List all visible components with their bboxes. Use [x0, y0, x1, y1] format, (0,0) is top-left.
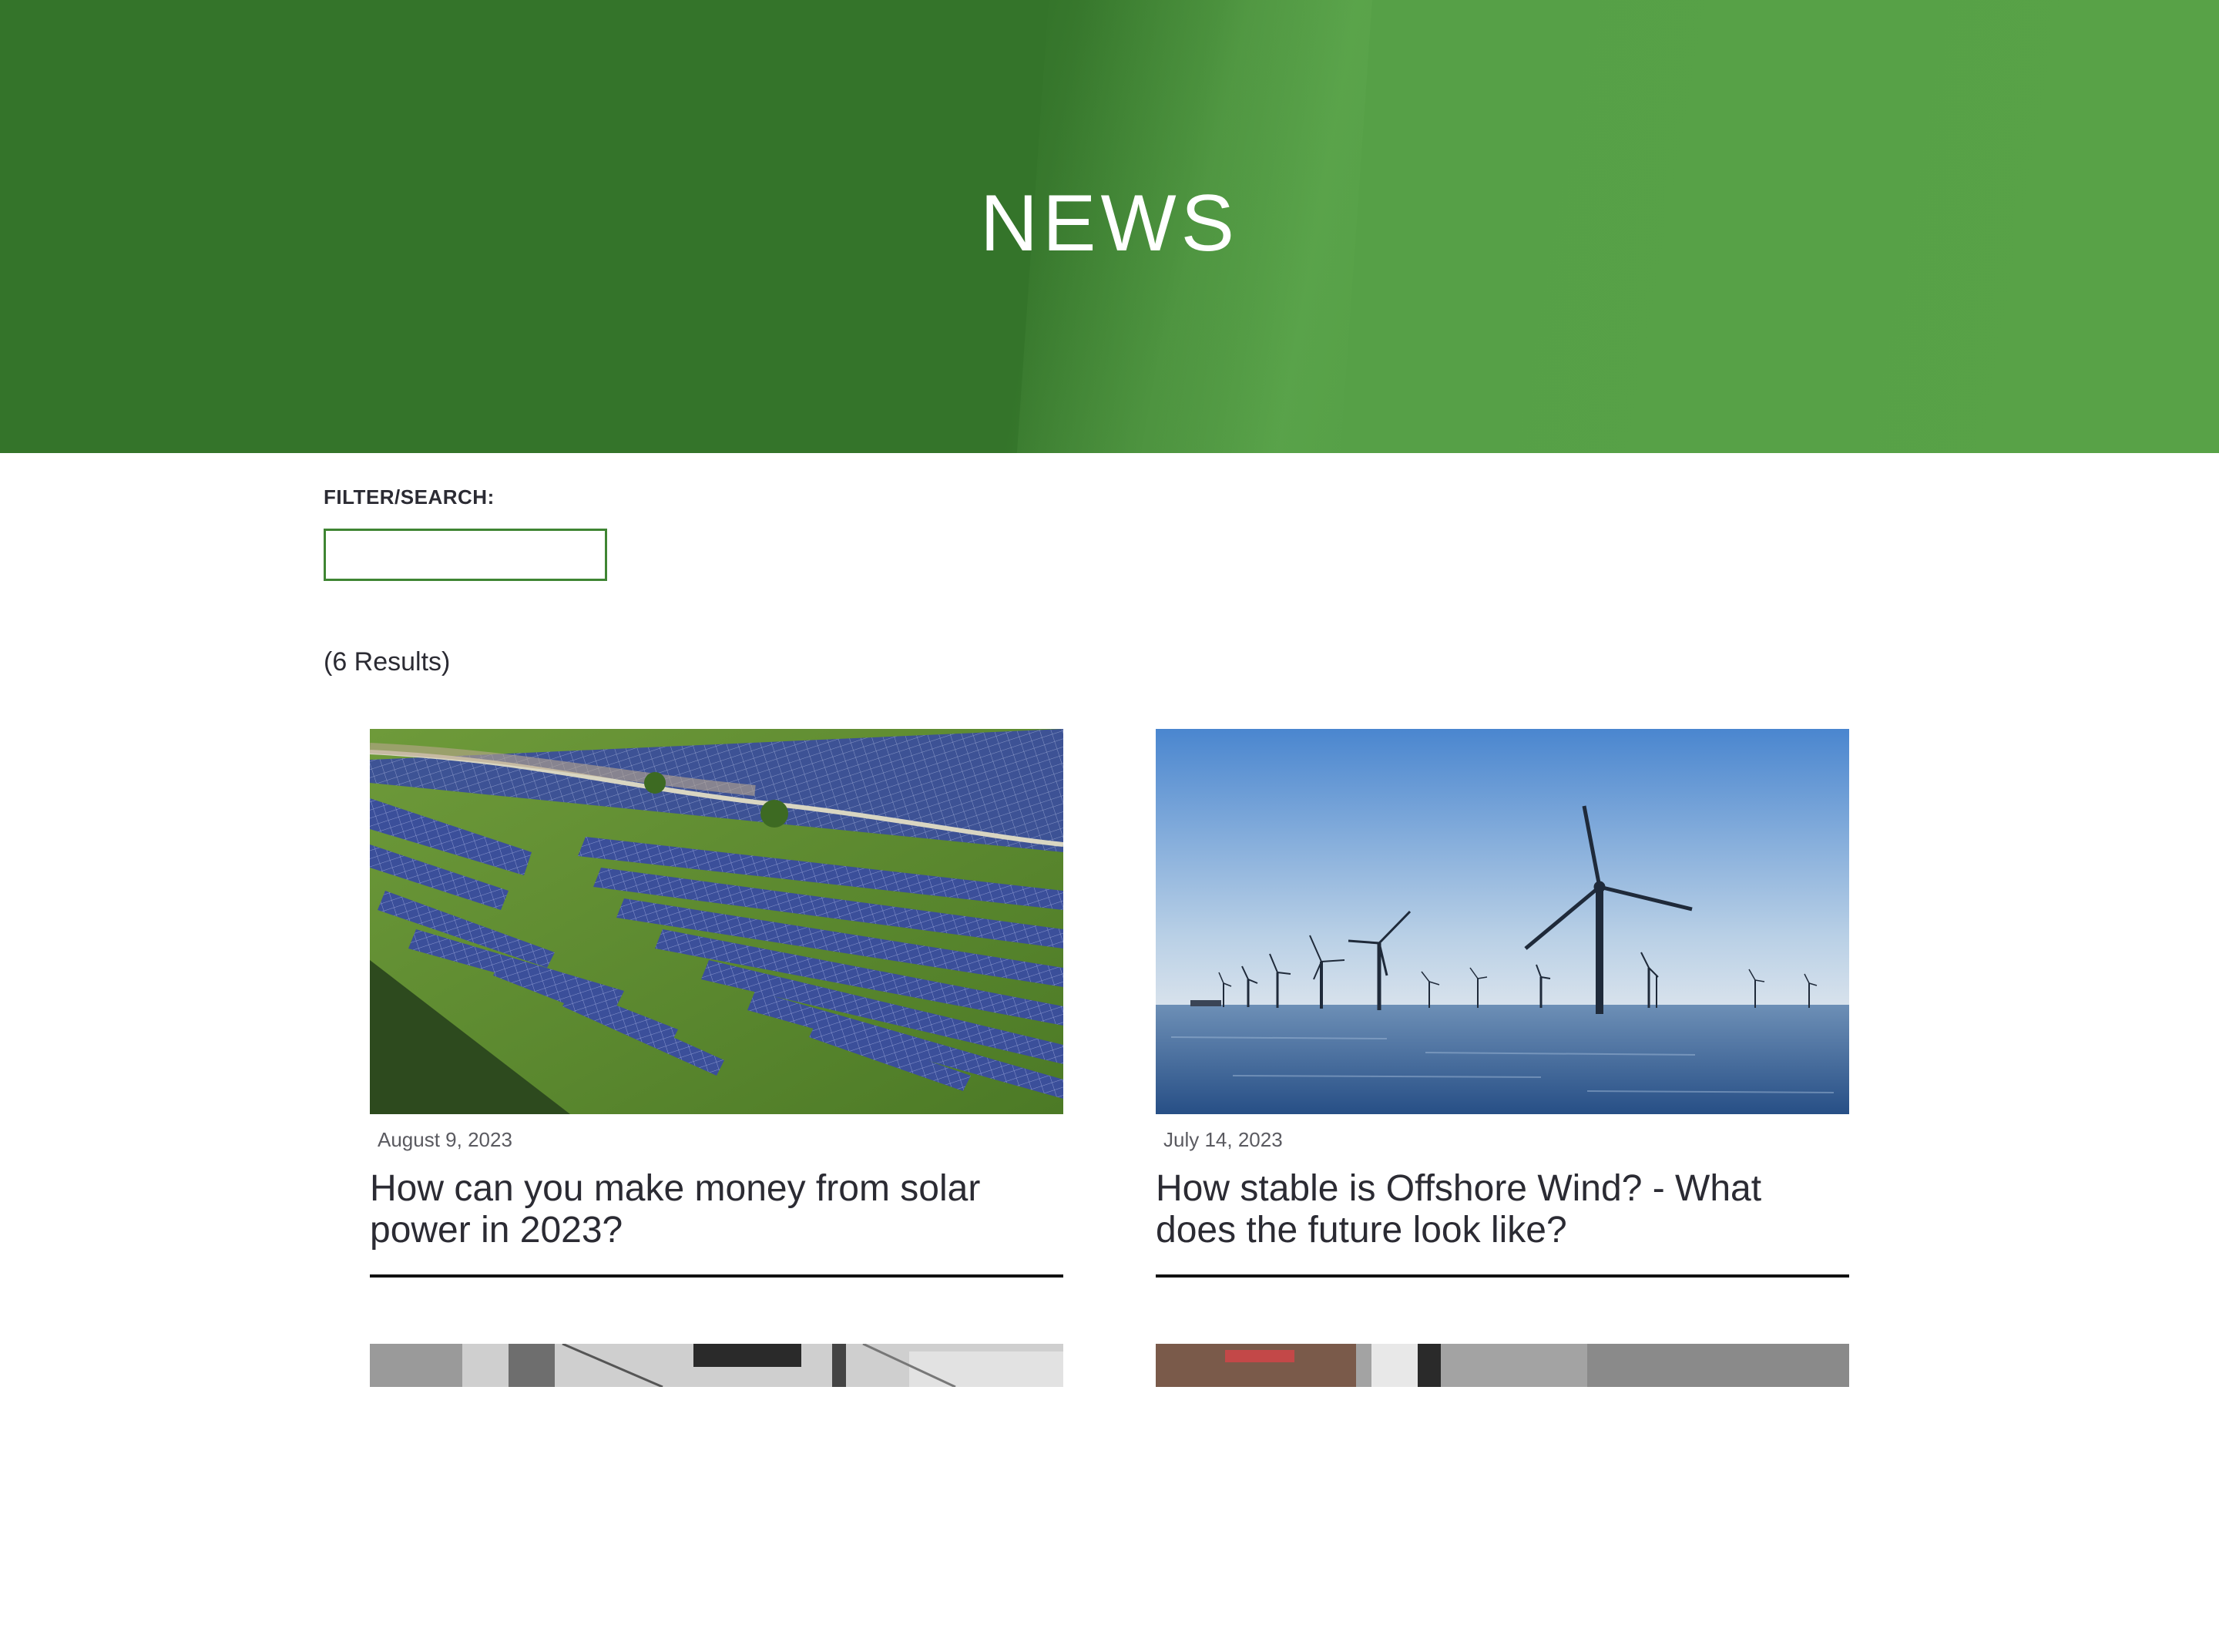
- article-card[interactable]: August 9, 2023 How can you make money fr…: [370, 729, 1063, 1278]
- electrical-equipment-image[interactable]: [370, 1344, 1063, 1652]
- divider: [370, 1274, 1063, 1278]
- solar-farm-image[interactable]: [370, 729, 1063, 1114]
- article-title-link[interactable]: How can you make money from solar power …: [370, 1168, 1063, 1251]
- article-date: July 14, 2023: [1163, 1128, 1283, 1151]
- article-card[interactable]: July 14, 2023 How stable is Offshore Win…: [1156, 729, 1849, 1278]
- article-date: August 9, 2023: [378, 1128, 512, 1151]
- hero-banner: NEWS: [0, 0, 2219, 453]
- article-title-link[interactable]: How stable is Offshore Wind? - What does…: [1156, 1168, 1849, 1251]
- page-title: NEWS: [980, 179, 1239, 268]
- results-count: (6 Results): [324, 647, 451, 677]
- offshore-wind-image[interactable]: [1156, 729, 1849, 1114]
- control-panel-image[interactable]: [1156, 1344, 1849, 1652]
- filter-label: FILTER/SEARCH:: [324, 485, 495, 509]
- search-input[interactable]: [324, 529, 607, 581]
- divider: [1156, 1274, 1849, 1278]
